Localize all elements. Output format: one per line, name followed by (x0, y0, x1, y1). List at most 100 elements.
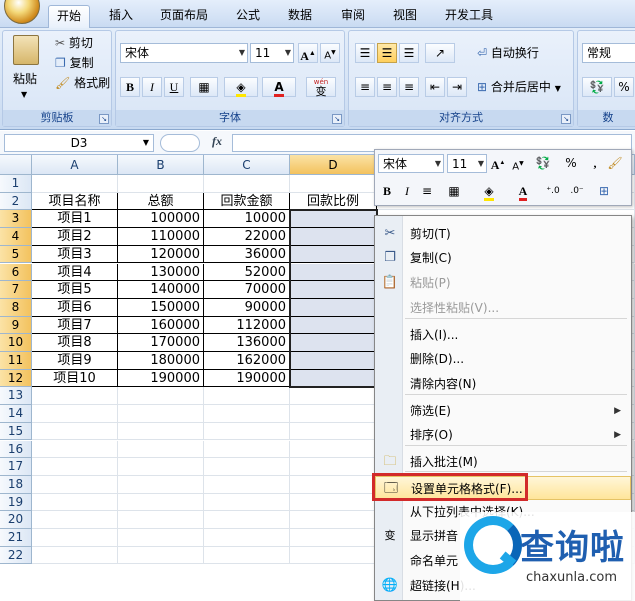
cell[interactable] (32, 387, 118, 406)
menu-item-insert-comment[interactable]: 🗀 插入批注(M) (375, 450, 631, 474)
mini-font-select[interactable]: 宋体 ▼ (378, 154, 444, 173)
cell[interactable] (204, 387, 290, 406)
cell[interactable] (118, 458, 204, 476)
cell[interactable] (290, 387, 377, 406)
cell[interactable] (290, 316, 377, 335)
cell[interactable] (32, 175, 118, 193)
font-name-select[interactable]: 宋体 ▼ (120, 43, 248, 63)
cell[interactable] (290, 405, 377, 423)
cell[interactable] (290, 263, 377, 282)
cell[interactable] (290, 511, 377, 529)
format-painter-button[interactable]: 🖌 格式刷 (55, 73, 110, 93)
cell[interactable] (32, 546, 118, 565)
project-name-cell[interactable]: 项目8 (32, 334, 118, 352)
total-cell[interactable]: 190000 (118, 369, 204, 388)
cell[interactable] (204, 405, 290, 423)
mini-increase-decimal-button[interactable]: ⁺.0 (545, 182, 561, 201)
mini-italic-button[interactable]: I (399, 182, 415, 201)
header-cell[interactable]: 总额 (118, 192, 204, 211)
increase-indent-button[interactable]: ⇥ (447, 77, 467, 97)
total-cell[interactable]: 130000 (118, 263, 204, 282)
payment-cell[interactable]: 90000 (204, 298, 290, 317)
project-name-cell[interactable]: 项目3 (32, 245, 118, 264)
row-header[interactable]: 6 (0, 263, 32, 282)
header-cell[interactable]: 回款金额 (204, 192, 290, 211)
payment-cell[interactable]: 22000 (204, 228, 290, 246)
row-header[interactable]: 5 (0, 245, 32, 264)
cell[interactable] (290, 422, 377, 441)
menu-item-cut[interactable]: ✂ 剪切(T) (375, 222, 631, 246)
total-cell[interactable]: 120000 (118, 245, 204, 264)
font-color-button[interactable]: A (262, 77, 296, 97)
cell[interactable] (290, 281, 377, 299)
project-name-cell[interactable]: 项目7 (32, 316, 118, 335)
menu-item-insert[interactable]: 插入(I)... (375, 323, 631, 347)
menu-item-sort[interactable]: 排序(O) ▶ (375, 423, 631, 447)
total-cell[interactable]: 160000 (118, 316, 204, 335)
insert-function-button[interactable]: fx (212, 134, 222, 149)
column-header-d[interactable]: D (290, 155, 377, 175)
cell[interactable] (32, 511, 118, 529)
cell[interactable] (118, 529, 204, 547)
row-header[interactable]: 14 (0, 405, 32, 423)
number-format-select[interactable]: 常规 (582, 43, 635, 63)
align-middle-button[interactable]: ☰ (377, 43, 397, 63)
cell[interactable] (118, 175, 204, 193)
mini-grow-font-button[interactable]: A▲ (490, 154, 506, 173)
paste-dropdown-icon[interactable]: ▼ (21, 85, 27, 105)
cell[interactable] (290, 493, 377, 512)
tab-home[interactable]: 开始 (48, 5, 91, 28)
cell[interactable] (32, 440, 118, 459)
tab-formulas[interactable]: 公式 (228, 5, 268, 28)
column-header-b[interactable]: B (118, 155, 204, 175)
cell[interactable] (118, 546, 204, 565)
formula-bar-handle[interactable] (160, 134, 200, 152)
row-header[interactable]: 21 (0, 529, 32, 547)
row-header[interactable]: 11 (0, 352, 32, 370)
alignment-launcher-icon[interactable]: ↘ (561, 114, 571, 124)
payment-cell[interactable]: 136000 (204, 334, 290, 352)
border-button[interactable]: ▦ (190, 77, 218, 97)
payment-cell[interactable]: 36000 (204, 245, 290, 264)
cell[interactable] (290, 440, 377, 459)
mini-border-button[interactable]: ▦ (441, 182, 467, 201)
cut-button[interactable]: ✂ 剪切 (55, 33, 93, 53)
cell[interactable] (204, 422, 290, 441)
mini-center-button[interactable]: ≡ (419, 182, 435, 201)
payment-cell[interactable]: 10000 (204, 210, 290, 229)
header-cell[interactable]: 回款比例 (290, 192, 377, 211)
mini-comma-button[interactable]: , (587, 154, 603, 173)
select-all-corner[interactable] (0, 155, 32, 175)
mini-bold-button[interactable]: B (379, 182, 395, 201)
font-size-select[interactable]: 11 ▼ (250, 43, 294, 63)
row-header[interactable]: 3 (0, 210, 32, 229)
cell[interactable] (118, 440, 204, 459)
menu-item-filter[interactable]: 筛选(E) ▶ (375, 399, 631, 423)
copy-button[interactable]: ❐ 复制 (55, 53, 94, 73)
project-name-cell[interactable]: 项目1 (32, 210, 118, 229)
mini-fill-color-button[interactable]: ◈ (475, 182, 503, 201)
project-name-cell[interactable]: 项目10 (32, 369, 118, 388)
project-name-cell[interactable]: 项目5 (32, 281, 118, 299)
cell[interactable] (118, 475, 204, 494)
cell[interactable] (290, 529, 377, 547)
mini-merge-button[interactable]: ⊞ (593, 182, 615, 201)
cell[interactable] (290, 245, 377, 264)
cell[interactable] (204, 493, 290, 512)
payment-cell[interactable]: 112000 (204, 316, 290, 335)
header-cell[interactable]: 项目名称 (32, 192, 118, 211)
row-header[interactable]: 8 (0, 298, 32, 317)
row-header[interactable]: 12 (0, 369, 32, 388)
column-header-a[interactable]: A (32, 155, 118, 175)
mini-decrease-decimal-button[interactable]: .0⁻ (569, 182, 585, 201)
mini-shrink-font-button[interactable]: A▼ (510, 154, 526, 173)
merge-center-button[interactable]: ⊞ 合并后居中 ▼ (477, 77, 561, 97)
row-header[interactable]: 1 (0, 175, 32, 193)
mini-currency-button[interactable]: 💱 (530, 154, 556, 173)
column-header-c[interactable]: C (204, 155, 290, 175)
pinyin-button[interactable]: wén 变 (306, 77, 336, 97)
mini-font-color-button[interactable]: A (509, 182, 537, 201)
cell[interactable] (32, 458, 118, 476)
project-name-cell[interactable]: 项目9 (32, 352, 118, 370)
cell[interactable] (290, 475, 377, 494)
